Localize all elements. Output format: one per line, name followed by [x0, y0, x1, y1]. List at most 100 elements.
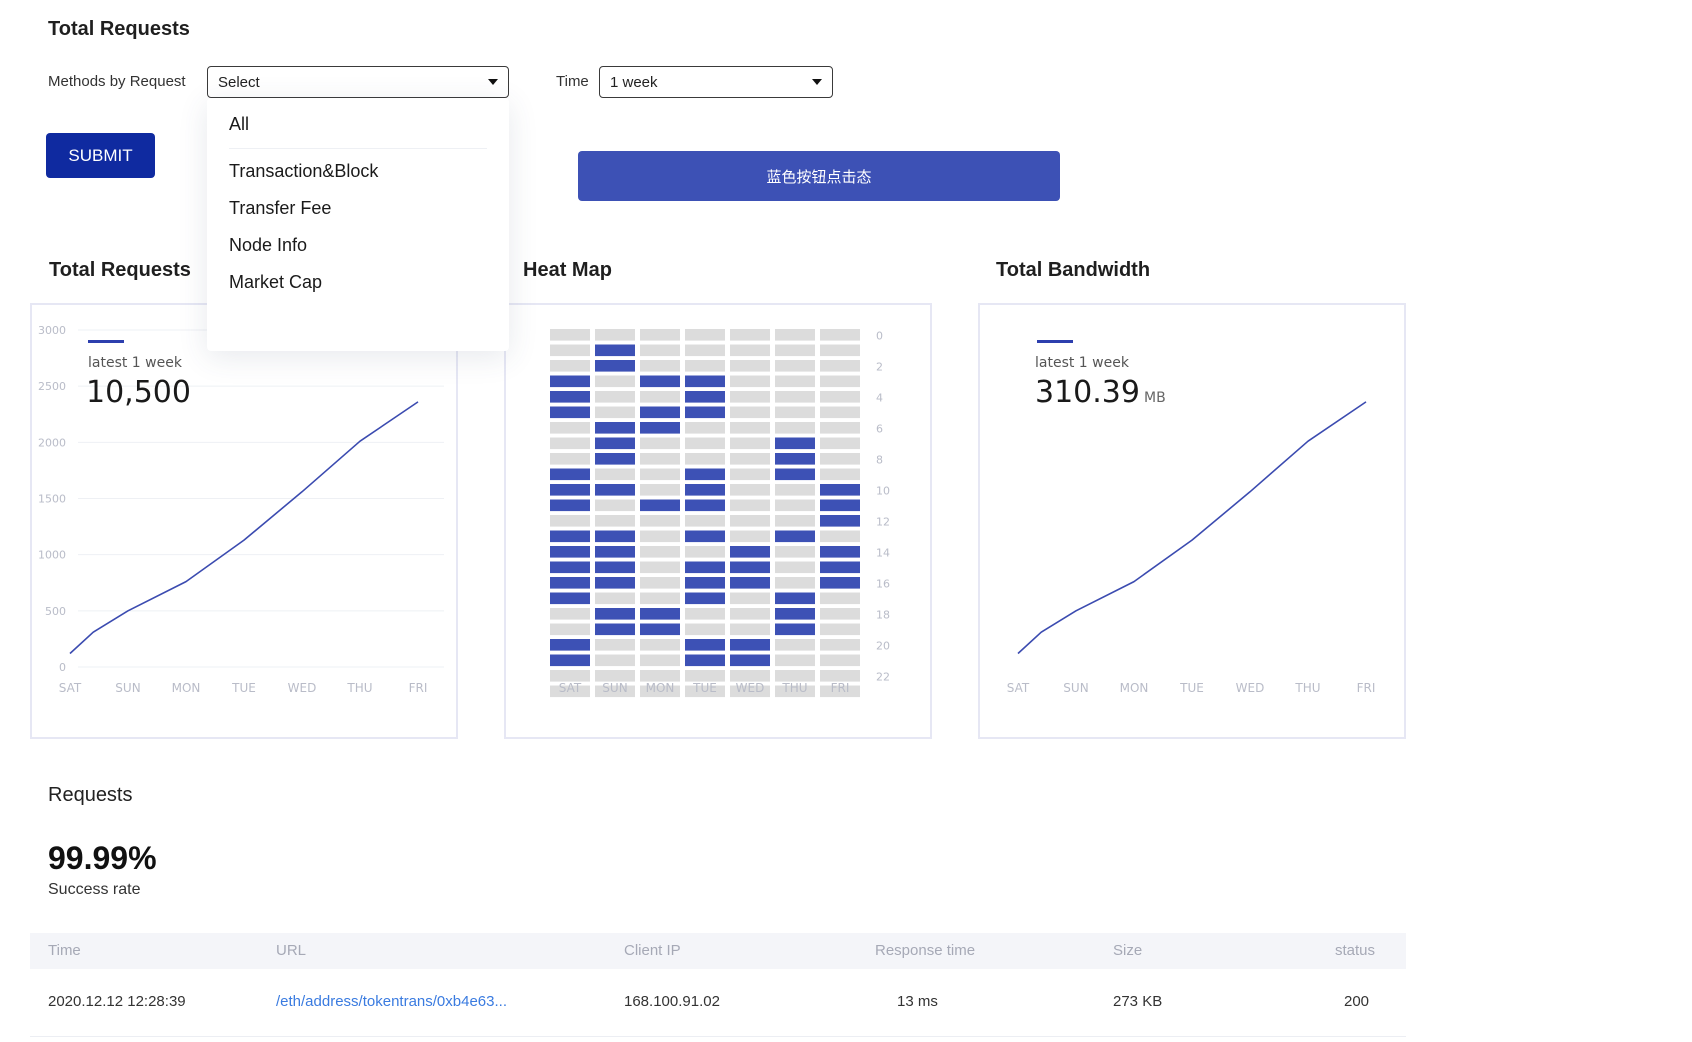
x-tick-label: THU	[781, 681, 807, 695]
heatmap-cell	[820, 344, 860, 357]
heatmap-cell	[595, 484, 635, 496]
section-title-heat-map: Heat Map	[523, 259, 612, 281]
methods-select[interactable]: Select	[207, 66, 509, 98]
heatmap-cell	[550, 670, 590, 682]
x-tick-label: TUE	[1179, 681, 1204, 695]
x-tick-label: SAT	[559, 681, 582, 695]
heatmap-cell	[550, 344, 590, 357]
blue-action-button[interactable]: 蓝色按钮点击态	[578, 151, 1060, 201]
x-tick-label: SUN	[602, 681, 627, 695]
heat-map-card: 0 2 4 6 8 10 12 14 16 18 20 22 SAT SUN MON TUE WED THU FRI	[504, 303, 932, 739]
heatmap-cell	[550, 577, 590, 589]
heatmap-cell	[775, 437, 815, 450]
heatmap-cell	[550, 561, 590, 574]
heatmap-cell	[550, 639, 590, 651]
column-header-size[interactable]: Size	[1113, 942, 1142, 959]
heatmap-cell	[820, 329, 860, 341]
x-tick-label: SAT	[59, 681, 82, 695]
heatmap-cell	[820, 592, 860, 605]
heatmap-cell	[820, 360, 860, 372]
heatmap-cell	[685, 530, 725, 543]
heatmap-cell	[640, 422, 680, 434]
heatmap-cell	[640, 391, 680, 403]
heatmap-cell	[730, 406, 770, 419]
heatmap-cell	[775, 577, 815, 589]
y-tick-label: 4	[876, 392, 883, 405]
heatmap-cell	[595, 406, 635, 419]
heatmap-cell	[775, 499, 815, 512]
total-requests-value: 10,500	[86, 375, 191, 410]
heatmap-cell	[775, 375, 815, 388]
section-title-total-bandwidth: Total Bandwidth	[996, 259, 1151, 281]
dropdown-option-transaction-block[interactable]: Transaction&Block	[229, 161, 378, 182]
heatmap-cell	[685, 437, 725, 450]
dropdown-option-transfer-fee[interactable]: Transfer Fee	[229, 198, 331, 219]
heatmap-cell	[685, 654, 725, 667]
heatmap-cell	[595, 530, 635, 543]
column-header-client-ip[interactable]: Client IP	[624, 942, 681, 959]
heatmap-cell	[685, 391, 725, 403]
dropdown-option-all[interactable]: All	[229, 114, 249, 135]
y-tick-label: 20	[876, 640, 890, 653]
heatmap-cell	[820, 375, 860, 388]
x-tick-label: SUN	[1063, 681, 1088, 695]
x-tick-label: WED	[736, 681, 765, 695]
heatmap-cell	[775, 329, 815, 341]
dropdown-option-node-info[interactable]: Node Info	[229, 235, 307, 256]
y-tick-label: 0	[59, 661, 66, 674]
heatmap-cell	[685, 577, 725, 589]
y-tick-label: 3000	[38, 324, 66, 337]
methods-select-value: Select	[218, 73, 260, 91]
x-tick-label: TUE	[692, 681, 717, 695]
heatmap-cell	[550, 468, 590, 481]
dropdown-divider	[229, 148, 487, 149]
heatmap-cell	[820, 406, 860, 419]
heatmap-cell	[595, 546, 635, 558]
heatmap-cell	[685, 422, 725, 434]
heatmap-cell	[550, 623, 590, 636]
heatmap-cell	[550, 375, 590, 388]
x-tick-label: MON	[172, 681, 201, 695]
heatmap-cell	[595, 592, 635, 605]
column-header-time[interactable]: Time	[48, 942, 81, 959]
y-tick-label: 0	[876, 330, 883, 343]
x-tick-label: MON	[1120, 681, 1149, 695]
heatmap-cell	[685, 639, 725, 651]
heatmap-cell	[820, 577, 860, 589]
heatmap-cell	[730, 592, 770, 605]
y-tick-label: 22	[876, 671, 890, 684]
x-tick-label: TUE	[231, 681, 256, 695]
heatmap-cell	[730, 515, 770, 527]
heatmap-cell	[820, 515, 860, 527]
caret-down-icon	[812, 79, 822, 85]
dropdown-option-market-cap[interactable]: Market Cap	[229, 272, 322, 293]
y-tick-label: 12	[876, 516, 890, 529]
x-tick-label: MON	[646, 681, 675, 695]
heatmap-cell	[550, 608, 590, 620]
heatmap-cell	[685, 546, 725, 558]
column-header-response-time[interactable]: Response time	[875, 942, 975, 959]
heatmap-cell	[775, 654, 815, 667]
heatmap-cell	[685, 592, 725, 605]
heatmap-cell	[775, 360, 815, 372]
heatmap-cell	[730, 546, 770, 558]
column-header-url[interactable]: URL	[276, 942, 306, 959]
heatmap-cell	[775, 453, 815, 465]
heatmap-cell	[820, 453, 860, 465]
cell-url-link[interactable]: /eth/address/tokentrans/0xb4e63...	[276, 993, 507, 1010]
heatmap-cell	[595, 422, 635, 434]
heatmap-cell	[550, 391, 590, 403]
heatmap-cell	[640, 608, 680, 620]
heatmap-cell	[685, 453, 725, 465]
time-select[interactable]: 1 week	[599, 66, 833, 98]
heatmap-cell	[775, 344, 815, 357]
heatmap-cell	[820, 437, 860, 450]
column-header-status[interactable]: status	[1335, 942, 1375, 959]
submit-button[interactable]: SUBMIT	[46, 133, 155, 178]
heatmap-cell	[685, 484, 725, 496]
time-select-value: 1 week	[610, 73, 658, 91]
heatmap-cell	[775, 670, 815, 682]
heatmap-cell	[820, 561, 860, 574]
heatmap-cell	[685, 670, 725, 682]
heatmap-cell	[640, 577, 680, 589]
